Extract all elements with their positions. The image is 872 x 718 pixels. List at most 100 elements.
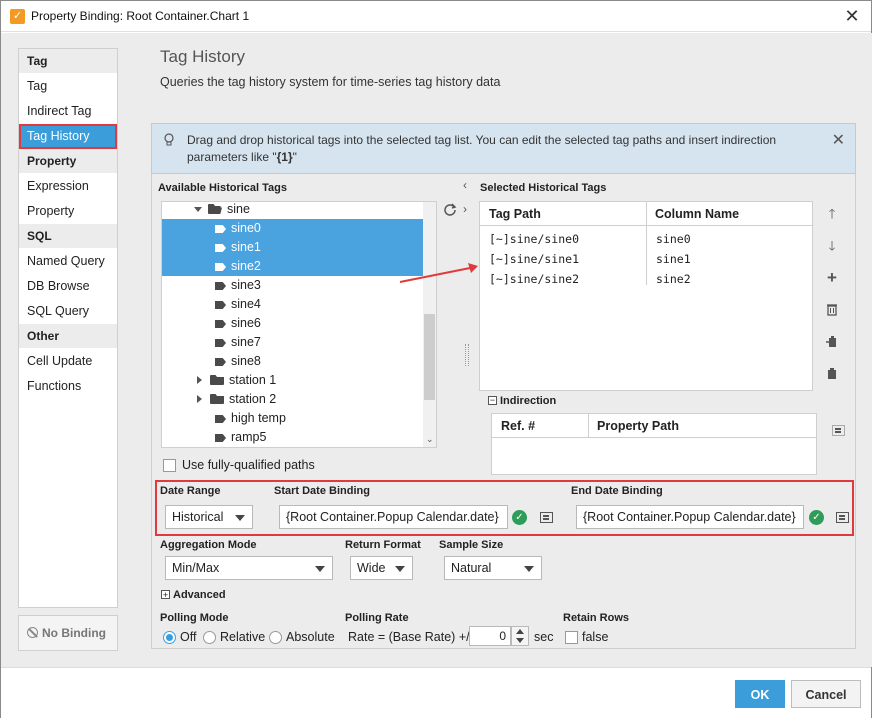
main-panel: Tag History Queries the tag history syst…	[134, 33, 872, 667]
binding-config-panel: Available Historical Tags sine sine0 sin…	[151, 174, 856, 649]
edit-binding-icon[interactable]	[540, 512, 553, 523]
return-format-value: Wide	[357, 561, 386, 575]
column-header-tag-path[interactable]: Tag Path	[480, 202, 646, 226]
refresh-icon[interactable]	[443, 202, 457, 216]
polling-off-radio[interactable]	[163, 631, 176, 644]
column-name-cell[interactable]: sine2	[647, 269, 813, 289]
available-tags-label: Available Historical Tags	[158, 182, 287, 194]
advanced-label[interactable]: Advanced	[173, 589, 226, 601]
edit-binding-icon[interactable]	[832, 425, 845, 436]
splitter-handle-icon[interactable]	[465, 344, 469, 366]
tag-path-cell[interactable]: [~]sine/sine0	[480, 229, 646, 249]
nav-item-sql-query[interactable]: SQL Query	[19, 299, 117, 324]
retain-rows-checkbox[interactable]	[565, 631, 578, 644]
tree-item-label: sine0	[231, 221, 261, 235]
chevron-left-icon[interactable]: ‹	[463, 178, 467, 192]
expand-right-icon[interactable]	[197, 395, 202, 403]
expand-icon[interactable]: +	[161, 590, 170, 600]
column-name-cell[interactable]: sine0	[647, 229, 813, 249]
tree-item-label: sine6	[231, 316, 261, 330]
polling-off-label: Off	[180, 630, 197, 644]
expand-right-icon[interactable]	[197, 376, 202, 384]
polling-absolute-radio[interactable]	[269, 631, 282, 644]
nav-item-db-browse[interactable]: DB Browse	[19, 274, 117, 299]
no-binding-button[interactable]: No Binding	[18, 615, 118, 651]
clipboard-icon[interactable]	[823, 365, 841, 383]
spinner-down-icon[interactable]	[516, 638, 524, 643]
tree-item-sine0[interactable]: sine0	[162, 219, 424, 238]
close-icon[interactable]: ✕	[832, 130, 845, 150]
close-icon[interactable]: ✕	[841, 5, 863, 27]
nav-item-named-query[interactable]: Named Query	[19, 249, 117, 274]
binding-type-list: Tag Tag Indirect Tag Tag History Propert…	[18, 48, 118, 608]
move-up-icon[interactable]: 🡑	[823, 205, 841, 223]
column-name-cell[interactable]: sine1	[647, 249, 813, 269]
folder-icon	[210, 394, 224, 404]
spinner-up-icon[interactable]	[516, 629, 524, 634]
indirection-table[interactable]: Ref. # Property Path	[491, 413, 817, 475]
nav-header-property: Property	[19, 149, 117, 173]
indirection-label: Indirection	[500, 395, 557, 407]
paste-special-icon[interactable]	[823, 333, 841, 351]
tree-item-label: high temp	[231, 411, 286, 425]
nav-header-sql: SQL	[19, 224, 117, 248]
tree-item-sine[interactable]: sine	[162, 202, 424, 219]
polling-rate-spinner[interactable]	[511, 626, 529, 646]
polling-relative-radio[interactable]	[203, 631, 216, 644]
tag-path-cell[interactable]: [~]sine/sine1	[480, 249, 646, 269]
move-down-icon[interactable]: 🡓	[823, 237, 841, 255]
nav-item-property[interactable]: Property	[19, 199, 117, 224]
return-format-label: Return Format	[345, 539, 421, 551]
aggregation-mode-dropdown[interactable]: Min/Max	[165, 556, 333, 580]
collapse-icon[interactable]: −	[488, 396, 497, 405]
add-icon[interactable]: +	[823, 269, 841, 287]
column-header-property-path[interactable]: Property Path	[588, 414, 816, 438]
tree-item-sine8[interactable]: sine8	[162, 352, 424, 371]
nav-item-tag[interactable]: Tag	[19, 74, 117, 99]
info-banner: Drag and drop historical tags into the s…	[151, 123, 856, 174]
title-bar: ✓ Property Binding: Root Container.Chart…	[1, 1, 871, 32]
chevron-down-icon[interactable]: ⌄	[426, 434, 434, 445]
start-date-binding-input[interactable]: {Root Container.Popup Calendar.date}	[279, 505, 508, 529]
polling-rate-input[interactable]: 0	[469, 626, 511, 646]
return-format-dropdown[interactable]: Wide	[350, 556, 413, 580]
edit-binding-icon[interactable]	[836, 512, 849, 523]
tree-item-sine6[interactable]: sine6	[162, 314, 424, 333]
valid-check-icon: ✓	[809, 510, 824, 525]
caret-down-icon	[315, 566, 325, 572]
tree-item-sine7[interactable]: sine7	[162, 333, 424, 352]
sample-size-dropdown[interactable]: Natural	[444, 556, 542, 580]
nav-item-tag-history[interactable]: Tag History	[19, 124, 117, 149]
tree-scrollbar[interactable]: ⌄	[423, 202, 436, 447]
fully-qualified-checkbox[interactable]	[163, 459, 176, 472]
aggregation-mode-value: Min/Max	[172, 561, 220, 575]
tree-item-sine2[interactable]: sine2	[162, 257, 424, 276]
nav-item-cell-update[interactable]: Cell Update	[19, 349, 117, 374]
cancel-button[interactable]: Cancel	[791, 680, 861, 708]
selected-tags-table[interactable]: Tag Path Column Name [~]sine/sine0 sine0…	[479, 201, 813, 391]
tree-item-high-temp[interactable]: high temp	[162, 409, 424, 428]
chevron-right-icon[interactable]: ›	[463, 202, 467, 216]
date-range-dropdown[interactable]: Historical	[165, 505, 253, 529]
nav-item-indirect-tag[interactable]: Indirect Tag	[19, 99, 117, 124]
tree-item-ramp5[interactable]: ramp5	[162, 428, 424, 447]
nav-header-tag: Tag	[19, 49, 117, 73]
nav-item-functions[interactable]: Functions	[19, 374, 117, 399]
scrollbar-thumb[interactable]	[424, 314, 435, 400]
tree-item-sine4[interactable]: sine4	[162, 295, 424, 314]
tree-item-sine3[interactable]: sine3	[162, 276, 424, 295]
column-header-ref[interactable]: Ref. #	[492, 414, 588, 438]
end-date-binding-input[interactable]: {Root Container.Popup Calendar.date}	[576, 505, 804, 529]
trash-icon[interactable]	[823, 301, 841, 319]
nav-item-expression[interactable]: Expression	[19, 174, 117, 199]
tree-item-sine1[interactable]: sine1	[162, 238, 424, 257]
polling-mode-label: Polling Mode	[160, 612, 229, 624]
available-tags-tree[interactable]: sine sine0 sine1 sine2 sine3 sine4 sine6…	[161, 201, 437, 448]
ok-button[interactable]: OK	[735, 680, 785, 708]
tag-path-cell[interactable]: [~]sine/sine2	[480, 269, 646, 289]
tree-item-station-1[interactable]: station 1	[162, 371, 424, 390]
tree-item-station-2[interactable]: station 2	[162, 390, 424, 409]
expand-down-icon[interactable]	[194, 207, 202, 212]
polling-rate-prefix: Rate = (Base Rate) +/-	[348, 630, 474, 644]
column-header-column-name[interactable]: Column Name	[646, 202, 812, 226]
